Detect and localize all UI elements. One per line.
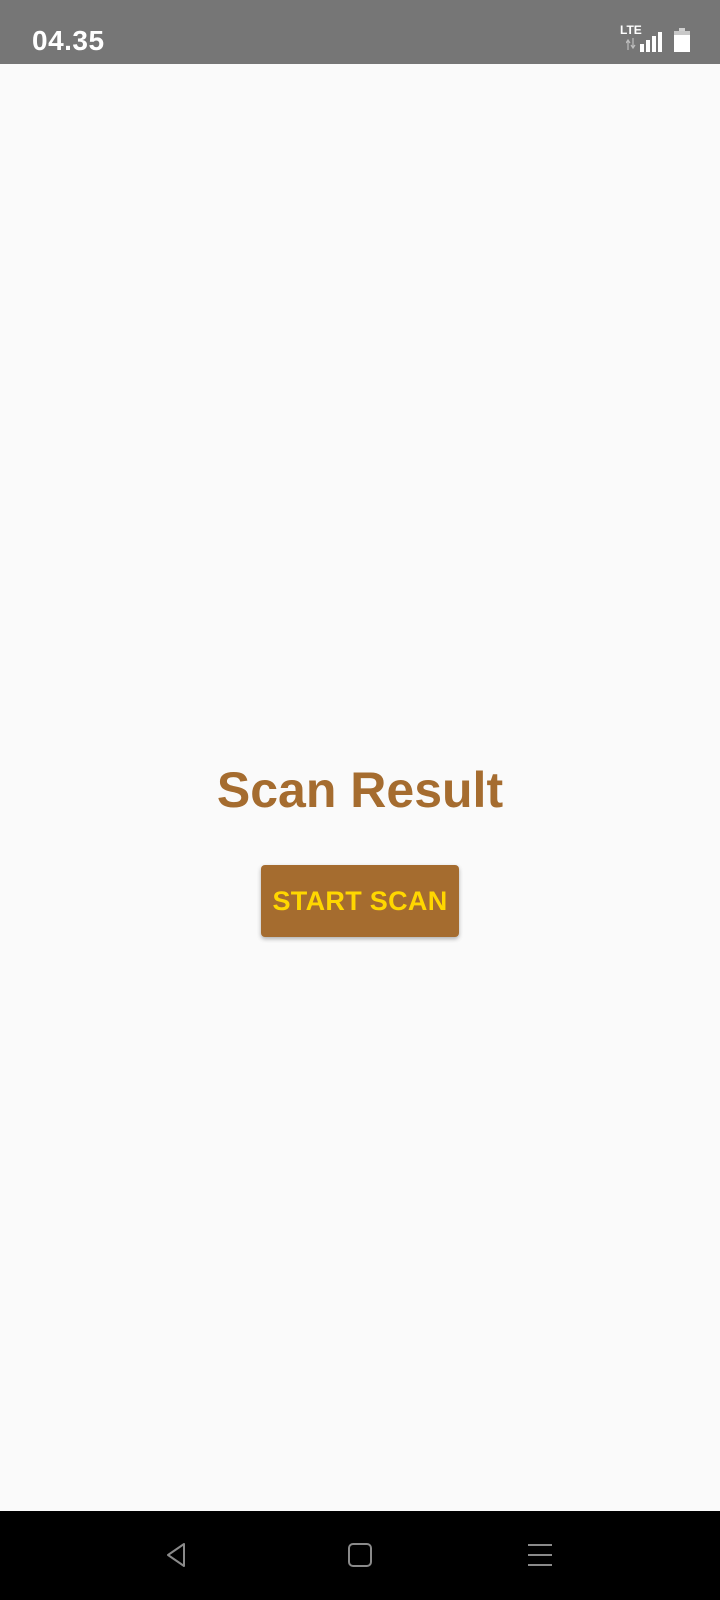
back-button[interactable] xyxy=(153,1531,201,1579)
lte-signal-group: LTE xyxy=(620,24,662,52)
status-bar: 04.35 LTE xyxy=(0,0,720,64)
scan-result-title: Scan Result xyxy=(216,762,504,818)
data-arrows-icon xyxy=(626,38,636,50)
signal-icon xyxy=(640,32,662,52)
battery-icon xyxy=(674,28,690,52)
lte-icon: LTE xyxy=(620,23,642,37)
home-button[interactable] xyxy=(336,1531,384,1579)
menu-icon xyxy=(528,1544,552,1566)
back-icon xyxy=(167,1543,185,1567)
main-content: Scan Result START SCAN xyxy=(0,64,720,1511)
start-scan-button[interactable]: START SCAN xyxy=(261,865,459,937)
menu-button[interactable] xyxy=(516,1531,564,1579)
status-icons: LTE xyxy=(620,24,690,52)
status-time: 04.35 xyxy=(32,25,105,56)
navigation-bar xyxy=(0,1511,720,1600)
home-icon xyxy=(348,1543,372,1567)
